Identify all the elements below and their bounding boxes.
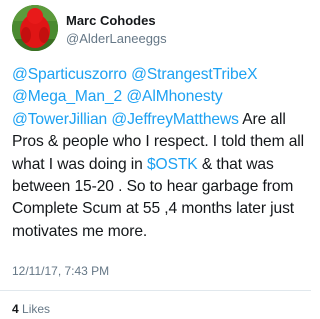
tweet-card: Marc Cohodes @AlderLaneeggs @Sparticuszo… — [0, 0, 311, 319]
likes-count: 4 — [12, 302, 19, 316]
mention-link[interactable]: @AlMhonesty — [126, 88, 222, 105]
mention-link[interactable]: @Mega_Man_2 — [12, 88, 122, 105]
likes-label: Likes — [22, 302, 51, 316]
tweet-timestamp[interactable]: 12/11/17, 7:43 PM — [12, 264, 109, 278]
avatar-red-figure-icon — [12, 5, 58, 51]
tweet-header: Marc Cohodes @AlderLaneeggs — [0, 0, 311, 60]
mention-link[interactable]: @StrangestTribeX — [131, 66, 257, 83]
mention-link[interactable]: @Sparticuszorro — [12, 66, 127, 83]
mention-link[interactable]: @TowerJillian — [12, 111, 107, 128]
cashtag-link[interactable]: $OSTK — [147, 156, 198, 173]
divider — [0, 290, 311, 291]
author-display-name[interactable]: Marc Cohodes — [66, 13, 156, 28]
mention-link[interactable]: @JeffreyMatthews — [111, 111, 239, 128]
avatar[interactable] — [12, 5, 58, 51]
tweet-text: @Sparticuszorro @StrangestTribeX @Mega_M… — [12, 64, 306, 243]
likes-stat[interactable]: 4 Likes — [12, 302, 50, 316]
author-handle[interactable]: @AlderLaneeggs — [66, 31, 167, 46]
